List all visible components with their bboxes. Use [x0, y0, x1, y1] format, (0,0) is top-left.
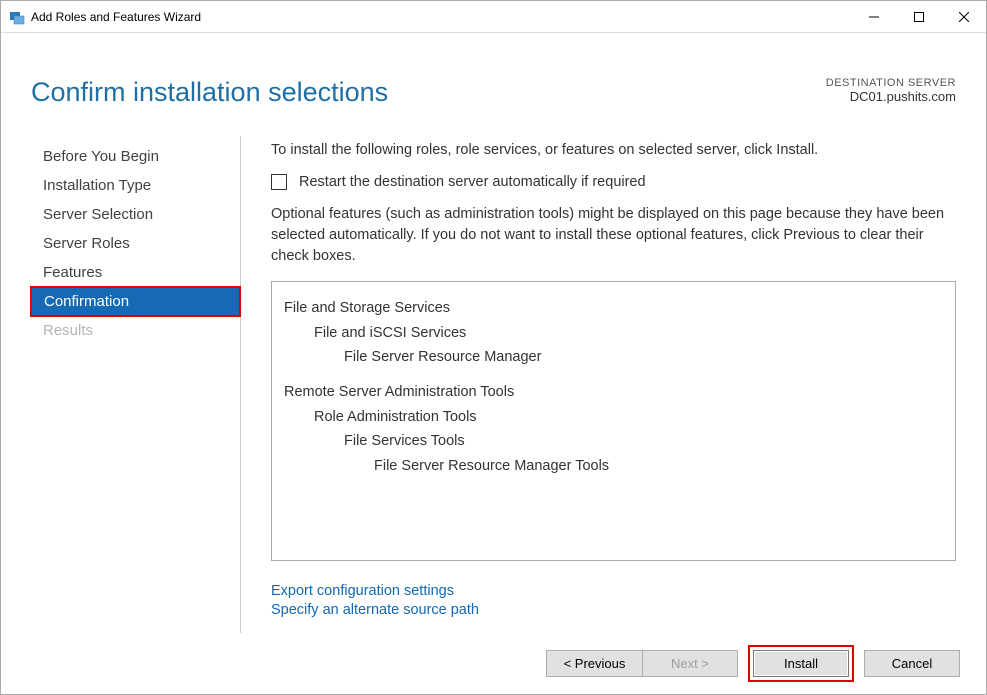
tree-item: Role Administration Tools: [314, 405, 943, 430]
restart-checkbox-label: Restart the destination server automatic…: [299, 174, 646, 190]
export-config-link[interactable]: Export configuration settings: [271, 583, 956, 599]
tree-item: File Server Resource Manager Tools: [374, 454, 943, 479]
destination-label: DESTINATION SERVER: [826, 77, 956, 89]
maximize-button[interactable]: [896, 2, 941, 32]
sidebar-item-confirmation[interactable]: Confirmation: [30, 286, 241, 317]
close-button[interactable]: [941, 2, 986, 32]
wizard-window: Add Roles and Features Wizard Confirm in…: [0, 0, 987, 695]
optional-features-note: Optional features (such as administratio…: [271, 204, 956, 267]
page-title: Confirm installation selections: [31, 77, 388, 108]
destination-box: DESTINATION SERVER DC01.pushits.com: [826, 77, 956, 104]
tree-item: Remote Server Administration Tools: [284, 380, 943, 405]
install-highlight: Install: [748, 645, 854, 682]
tree-item: File Server Resource Manager: [344, 345, 943, 370]
wizard-body: Before You Begin Installation Type Serve…: [1, 136, 986, 633]
selections-tree[interactable]: File and Storage Services File and iSCSI…: [271, 281, 956, 561]
window-controls: [851, 2, 986, 32]
install-button[interactable]: Install: [753, 650, 849, 677]
sidebar-item-before-you-begin[interactable]: Before You Begin: [31, 142, 240, 171]
tree-item: File Services Tools: [344, 429, 943, 454]
instruction-text: To install the following roles, role ser…: [271, 142, 956, 158]
titlebar[interactable]: Add Roles and Features Wizard: [1, 1, 986, 33]
window-title: Add Roles and Features Wizard: [31, 10, 851, 24]
sidebar-item-server-roles[interactable]: Server Roles: [31, 229, 240, 258]
wizard-sidebar: Before You Begin Installation Type Serve…: [31, 136, 241, 633]
sidebar-item-server-selection[interactable]: Server Selection: [31, 200, 240, 229]
tree-item: File and Storage Services: [284, 296, 943, 321]
sidebar-item-installation-type[interactable]: Installation Type: [31, 171, 240, 200]
previous-button[interactable]: < Previous: [546, 650, 642, 677]
minimize-button[interactable]: [851, 2, 896, 32]
content-links: Export configuration settings Specify an…: [271, 583, 956, 621]
wizard-footer: < Previous Next > Install Cancel: [1, 633, 986, 694]
server-manager-icon: [9, 9, 25, 25]
destination-server: DC01.pushits.com: [826, 89, 956, 104]
wizard-header: Confirm installation selections DESTINAT…: [1, 33, 986, 108]
tree-item: File and iSCSI Services: [314, 321, 943, 346]
cancel-button[interactable]: Cancel: [864, 650, 960, 677]
sidebar-item-features[interactable]: Features: [31, 258, 240, 287]
restart-checkbox-row[interactable]: Restart the destination server automatic…: [271, 174, 956, 190]
alternate-source-link[interactable]: Specify an alternate source path: [271, 602, 956, 618]
wizard-content: To install the following roles, role ser…: [241, 136, 986, 633]
next-button: Next >: [642, 650, 738, 677]
restart-checkbox[interactable]: [271, 174, 287, 190]
sidebar-item-results: Results: [31, 316, 240, 345]
